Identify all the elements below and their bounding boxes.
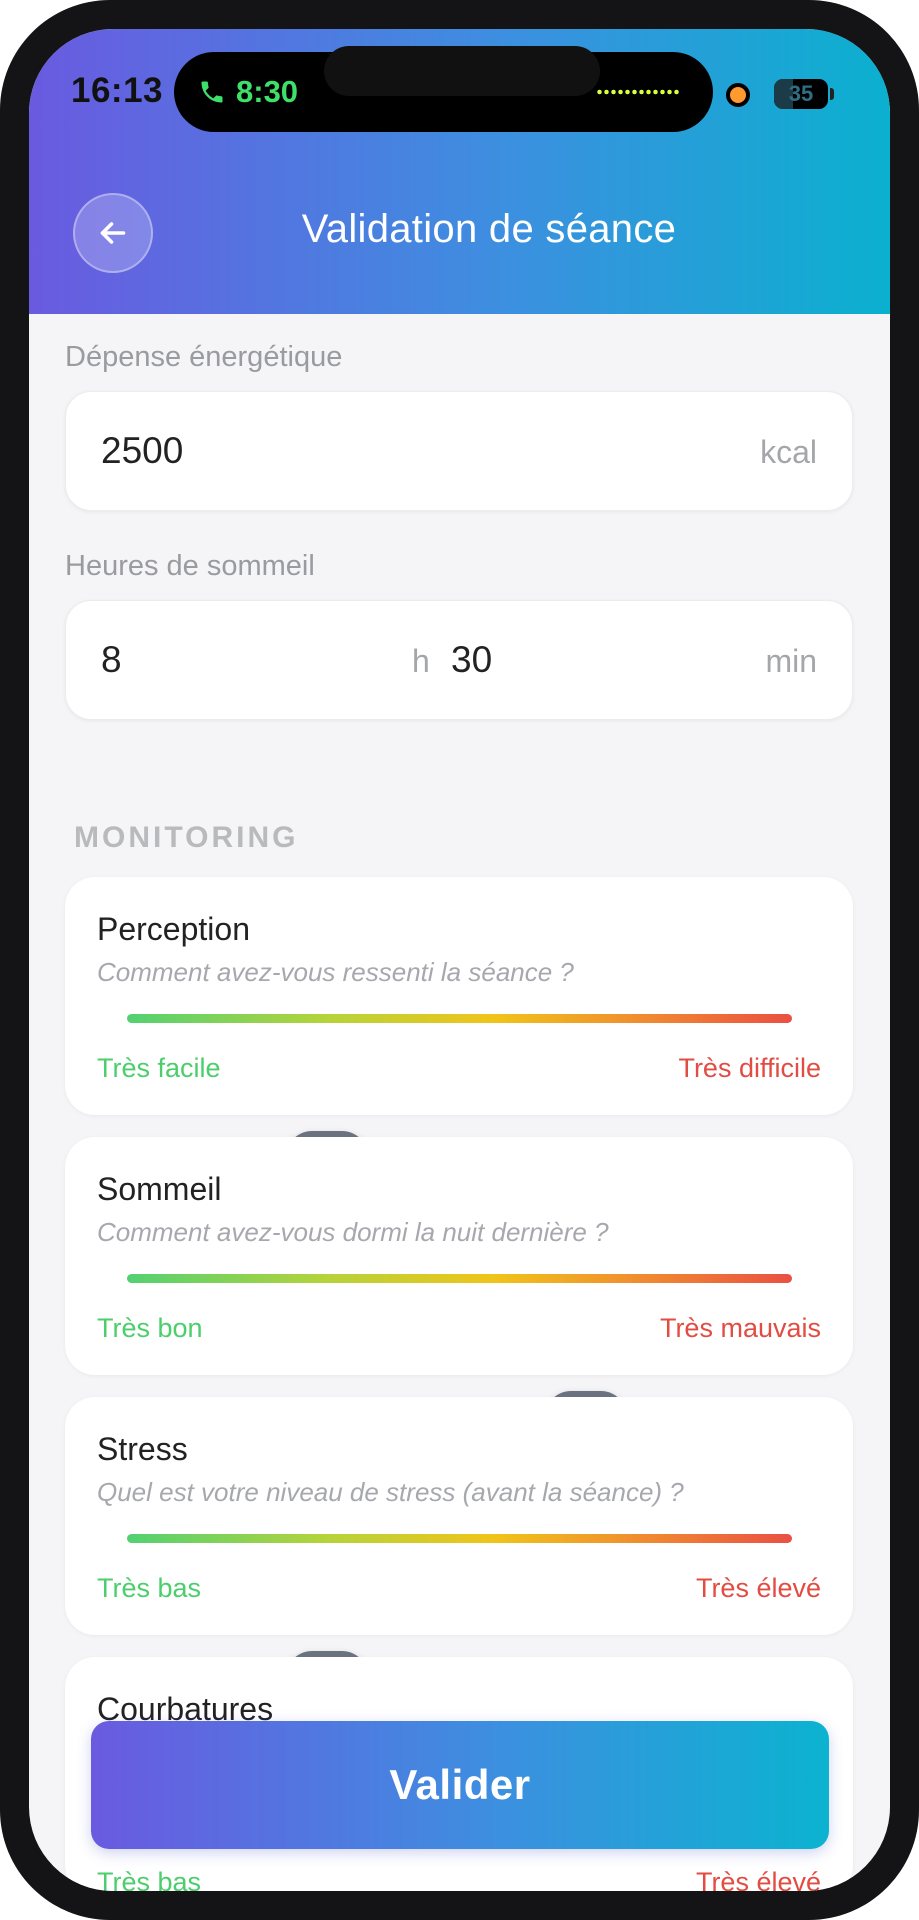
stress-card: Stress Quel est votre niveau de stress (…	[65, 1397, 853, 1703]
back-button[interactable]	[73, 193, 153, 273]
hours-unit: h	[412, 643, 430, 679]
validate-button[interactable]: Valider	[91, 1721, 829, 1849]
battery-icon: 35	[774, 79, 828, 109]
energy-label: Dépense énergétique	[65, 341, 343, 373]
validate-button-label: Valider	[389, 1761, 531, 1808]
arrow-left-icon	[100, 222, 126, 244]
battery-level: 35	[788, 81, 814, 106]
sleep-quality-slider-track[interactable]	[127, 1274, 792, 1443]
sleep-hours-input: 8 h 30 min	[65, 600, 853, 720]
perception-low-label: Très facile	[97, 1053, 221, 1083]
sleep-hours-field[interactable]: 8	[101, 639, 122, 681]
minutes-unit: min	[765, 643, 817, 679]
soreness-high-label: Très élevé	[695, 1867, 821, 1891]
call-indicator[interactable]: 8:30	[198, 72, 298, 112]
page-title: Validation de séance	[301, 207, 677, 251]
phone-icon	[201, 81, 223, 103]
perception-subtitle: Comment avez-vous ressenti la séance ?	[97, 957, 574, 987]
monitoring-section-title: MONITORING	[74, 821, 299, 854]
sleep-quality-title: Sommeil	[97, 1171, 222, 1207]
camera-cutout	[324, 46, 600, 96]
soreness-low-label: Très bas	[97, 1867, 202, 1891]
header: 16:13 8:30 35 Validation de séance	[29, 29, 890, 314]
energy-value[interactable]: 2500	[101, 430, 183, 472]
call-timer: 8:30	[236, 74, 299, 109]
audio-waveform-icon	[596, 88, 680, 96]
sleep-quality-low-label: Très bon	[97, 1313, 203, 1343]
stress-high-label: Très élevé	[695, 1573, 821, 1603]
dynamic-island[interactable]: 8:30	[174, 46, 713, 132]
stress-subtitle: Quel est votre niveau de stress (avant l…	[97, 1477, 684, 1507]
sleep-quality-subtitle: Comment avez-vous dormi la nuit dernière…	[97, 1217, 609, 1247]
battery-tip	[830, 88, 834, 100]
status-time: 16:13	[71, 71, 164, 110]
sleep-quality-card: Sommeil Comment avez-vous dormi la nuit …	[65, 1137, 853, 1443]
energy-unit: kcal	[760, 434, 817, 470]
perception-card: Perception Comment avez-vous ressenti la…	[65, 877, 853, 1183]
phone-frame: 16:13 8:30 35 Validation de séance Dépen…	[0, 0, 919, 1920]
app-screen: 16:13 8:30 35 Validation de séance Dépen…	[29, 29, 890, 1891]
perception-title: Perception	[97, 911, 250, 947]
perception-slider-track[interactable]	[127, 1014, 792, 1183]
stress-low-label: Très bas	[97, 1573, 202, 1603]
sleep-hours-label: Heures de sommeil	[65, 550, 315, 582]
energy-input[interactable]: 2500 kcal	[65, 391, 853, 511]
sleep-quality-high-label: Très mauvais	[659, 1313, 821, 1343]
stress-title: Stress	[97, 1431, 188, 1467]
perception-high-label: Très difficile	[678, 1053, 821, 1083]
stress-slider-track[interactable]	[127, 1534, 792, 1703]
sleep-minutes-field[interactable]: 30	[451, 639, 492, 681]
privacy-indicator-icon	[726, 83, 750, 107]
